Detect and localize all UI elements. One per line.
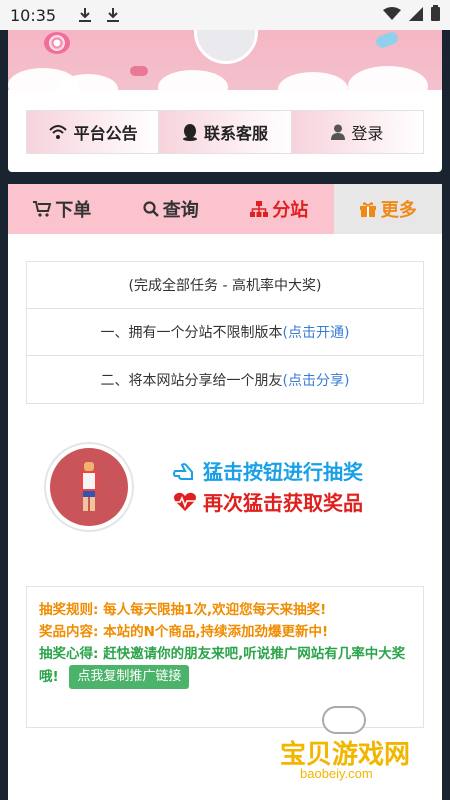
copy-referral-link-button[interactable]: 点我复制推广链接 [69,665,190,689]
header-card: 平台公告 联系客服 登录 [8,30,442,172]
task-header: (完成全部任务 - 高机率中大奖) [27,262,423,309]
open-substation-link[interactable]: (点击开通) [283,322,350,342]
support-button[interactable]: 联系客服 [159,111,292,153]
download-icon [78,7,92,23]
candy-decoration [374,30,400,50]
lottery-button[interactable] [44,442,134,532]
tab-substation[interactable]: 分站 [225,184,334,234]
list-item: 一、拥有一个分站不限制版本 (点击开通) [27,309,423,356]
status-bar: 10:35 [0,0,450,30]
download-icon [106,7,120,23]
login-label: 登录 [351,124,384,143]
tab-bar: 下单 查询 分站 更多 [8,184,442,234]
rule-label: 抽奖规则: [39,602,99,618]
list-item: 二、将本网站分享给一个朋友 (点击分享) [27,356,423,403]
tip-label: 抽奖心得: [39,646,99,662]
candy-decoration [130,66,148,76]
prize-line: 奖品内容: 本站的N个商品,持续添加劲爆更新中! [39,621,411,643]
sitemap-icon [250,201,269,217]
tab-more[interactable]: 更多 [333,184,442,234]
heartbeat-icon [173,492,197,512]
search-icon [143,201,159,217]
header-banner [8,30,442,90]
prize-text: 本站的N个商品,持续添加劲爆更新中! [103,624,329,640]
lottery-line-2-text: 再次猛击获取奖品 [203,491,363,515]
login-button[interactable]: 登录 [291,111,423,153]
task-text: 二、将本网站分享给一个朋友 [100,372,283,389]
lottery-rules: 抽奖规则: 每人每天限抽1次,欢迎您每天来抽奖! 奖品内容: 本站的N个商品,持… [26,586,424,728]
rule-line: 抽奖规则: 每人每天限抽1次,欢迎您每天来抽奖! [39,599,411,621]
lollipop-decoration [44,32,70,54]
cart-icon [33,201,52,217]
pointing-hand-icon [173,461,197,481]
main-panel: 下单 查询 分站 更多 (完成全部任务 - 高机率中大奖) 一、拥有一个分站不限… [8,184,442,800]
cloud-decoration [348,66,428,90]
wifi-icon [48,124,68,140]
lottery-line-1-text: 猛击按钮进行抽奖 [203,460,363,484]
task-text: 一、拥有一个分站不限制版本 [100,325,283,341]
lottery-line-1[interactable]: 猛击按钮进行抽奖 [173,456,363,485]
tab-query-label: 查询 [162,200,199,221]
announcement-label: 平台公告 [73,124,138,143]
cloud-decoration [158,70,228,90]
prize-label: 奖品内容: [39,624,99,640]
tip-line: 抽奖心得: 赶快邀请你的朋友来吧,听说推广网站有几率中大奖哦! 点我复制推广链接 [39,643,411,689]
share-link[interactable]: (点击分享) [283,370,350,390]
tab-order[interactable]: 下单 [8,184,117,234]
announcement-button[interactable]: 平台公告 [27,111,160,153]
gift-icon [359,201,377,217]
tab-query[interactable]: 查询 [116,184,225,234]
battery-icon [431,5,440,25]
lottery-line-2[interactable]: 再次猛击获取奖品 [173,487,363,516]
cloud-decoration [278,72,348,90]
lottery-figure [50,448,128,526]
top-button-row: 平台公告 联系客服 登录 [26,110,424,154]
task-list: (完成全部任务 - 高机率中大奖) 一、拥有一个分站不限制版本 (点击开通) 二… [26,261,424,404]
tab-order-label: 下单 [55,200,92,221]
task-header-text: (完成全部任务 - 高机率中大奖) [128,278,322,294]
qq-icon [182,123,198,141]
tab-more-label: 更多 [380,200,417,221]
wifi-icon [383,6,401,25]
tab-substation-label: 分站 [272,200,309,221]
support-label: 联系客服 [203,124,268,143]
status-time: 10:35 [10,5,57,25]
signal-icon [409,6,423,25]
user-icon [331,124,346,140]
site-avatar [194,30,258,64]
rule-text: 每人每天限抽1次,欢迎您每天来抽奖! [103,602,327,618]
